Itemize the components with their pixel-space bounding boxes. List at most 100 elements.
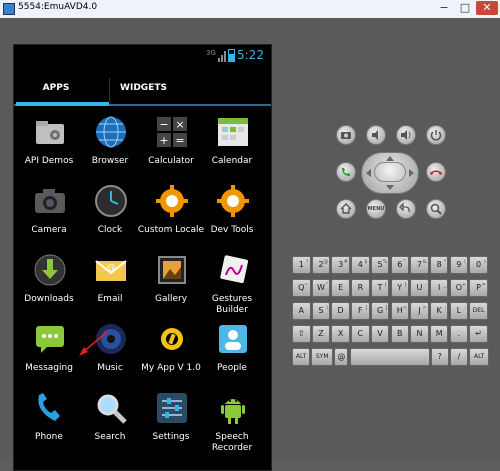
key-symbol[interactable]: ? xyxy=(430,348,449,366)
key-q[interactable]: Q ~ xyxy=(292,279,311,297)
key-del[interactable]: DEL xyxy=(469,302,488,320)
key-v[interactable]: V xyxy=(370,325,390,343)
key-a[interactable]: A xyxy=(292,302,311,320)
hardware-controls: MENU 1! 2 @3 #4 $5% 6 ^ 7 & 8 * 9(0) Q ~ W " E ´ R T{Y} U - I _… xyxy=(0,18,500,462)
key-label: Y xyxy=(397,283,403,292)
key-2[interactable]: 2 @ xyxy=(311,256,331,274)
key-i[interactable]: I _ xyxy=(429,279,449,297)
key-l[interactable]: L: xyxy=(449,302,469,320)
menu-button[interactable]: MENU xyxy=(366,199,386,219)
volume-up-button[interactable] xyxy=(396,125,416,145)
qwerty-keyboard: 1! 2 @3 #4 $5% 6 ^ 7 & 8 * 9(0) Q ~ W " E ´ R T{Y} U - I _ O + P = A… xyxy=(292,256,490,370)
key-alt-label: # xyxy=(343,259,348,265)
key-alt[interactable]: ALT xyxy=(292,348,310,366)
power-button[interactable] xyxy=(426,125,446,145)
key-alt-label: * xyxy=(443,259,447,265)
key-y[interactable]: Y} xyxy=(390,279,409,297)
key-label: W xyxy=(316,283,325,292)
key-8[interactable]: 8 * xyxy=(429,256,449,274)
key-label: R xyxy=(357,283,364,292)
key-label: K xyxy=(436,306,442,315)
key-space[interactable] xyxy=(349,348,430,366)
key-label: L xyxy=(456,306,462,315)
key-alt-label: > xyxy=(422,305,427,311)
key-label: V xyxy=(377,329,383,338)
key-r[interactable]: R xyxy=(351,279,370,297)
key-c[interactable]: C xyxy=(351,325,370,343)
key-label: M xyxy=(435,329,443,338)
key-label: DEL xyxy=(472,307,485,314)
key-x[interactable]: X xyxy=(331,325,350,343)
key-w[interactable]: W " xyxy=(311,279,331,297)
minimize-button[interactable]: − xyxy=(434,1,454,15)
maximize-button[interactable]: □ xyxy=(455,1,475,15)
key-alt-label: $ xyxy=(364,259,368,265)
back-button[interactable] xyxy=(396,199,416,219)
key-symbol[interactable]: / xyxy=(450,348,468,366)
key-alt[interactable]: ALT xyxy=(469,348,490,366)
key-d[interactable]: D xyxy=(331,302,350,320)
key-label: . xyxy=(457,329,461,338)
key-label: 9 xyxy=(456,260,462,269)
key-label: N xyxy=(416,329,423,338)
camera-button[interactable] xyxy=(336,125,356,145)
call-green-icon xyxy=(342,168,350,176)
key-n[interactable]: N xyxy=(410,325,429,343)
key-1[interactable]: 1! xyxy=(292,256,311,274)
key-alt-label: ! xyxy=(306,259,309,265)
key-p[interactable]: P = xyxy=(469,279,488,297)
key-alt-label: - xyxy=(424,282,427,288)
dpad-center-button[interactable] xyxy=(374,162,406,182)
key-6[interactable]: 6 ^ xyxy=(390,256,409,274)
key-7[interactable]: 7 & xyxy=(410,256,429,274)
key-h[interactable]: H < xyxy=(390,302,409,320)
key-label: F xyxy=(358,306,363,315)
key-sym[interactable]: SYM xyxy=(311,348,334,366)
home-button[interactable] xyxy=(336,199,356,219)
key-z[interactable]: Z xyxy=(311,325,331,343)
key-j[interactable]: J > xyxy=(410,302,429,320)
key-symbol[interactable]: ↵ xyxy=(469,325,488,343)
key-alt-label: ´ xyxy=(345,282,348,288)
key-0[interactable]: 0) xyxy=(469,256,488,274)
key-3[interactable]: 3 # xyxy=(331,256,350,274)
search-button[interactable] xyxy=(426,199,446,219)
call-button[interactable] xyxy=(336,162,356,182)
key-t[interactable]: T{ xyxy=(370,279,390,297)
volume-up-icon xyxy=(401,130,411,140)
volume-down-button[interactable] xyxy=(366,125,386,145)
keyboard-row1: 1! 2 @3 #4 $5% 6 ^ 7 & 8 * 9(0) xyxy=(292,256,488,274)
key-9[interactable]: 9( xyxy=(449,256,469,274)
key-o[interactable]: O + xyxy=(449,279,469,297)
key-f[interactable]: F[ xyxy=(351,302,370,320)
key-alt-label: } xyxy=(403,282,407,288)
key-label: 4 xyxy=(357,260,363,269)
key-alt-label: @ xyxy=(323,259,329,265)
title-bar: 5554:EmuAVD4.0 − □ ✕ xyxy=(0,0,500,19)
key-alt-label: [ xyxy=(365,305,368,311)
key-label: 0 xyxy=(476,260,482,269)
key-m[interactable]: M xyxy=(429,325,449,343)
key-s[interactable]: S \ xyxy=(311,302,331,320)
keyboard-row3: A S \ D F[G] H < J > K; L: DEL xyxy=(292,302,488,320)
close-button[interactable]: ✕ xyxy=(476,1,498,15)
key-5[interactable]: 5% xyxy=(370,256,390,274)
key-alt-label: % xyxy=(382,259,388,265)
key-e[interactable]: E ´ xyxy=(331,279,350,297)
key-label: E xyxy=(338,283,344,292)
keyboard-row4: ⇧ Z X C V B N M. ↵ xyxy=(292,325,488,343)
emulator-window: 5554:EmuAVD4.0 − □ ✕ 3G 5:22 APPS WIDGET… xyxy=(0,0,500,471)
key-alt-label: ] xyxy=(385,305,388,311)
key-symbol[interactable]: . xyxy=(449,325,469,343)
key-symbol[interactable]: @ xyxy=(334,348,349,366)
key-k[interactable]: K; xyxy=(429,302,449,320)
key-symbol[interactable]: ⇧ xyxy=(292,325,311,343)
key-g[interactable]: G] xyxy=(370,302,390,320)
power-icon xyxy=(430,130,442,141)
end-call-button[interactable] xyxy=(426,162,446,182)
key-alt-label: " xyxy=(325,282,329,288)
key-b[interactable]: B xyxy=(390,325,409,343)
key-u[interactable]: U- xyxy=(410,279,429,297)
key-4[interactable]: 4 $ xyxy=(351,256,370,274)
key-label: ? xyxy=(437,352,442,361)
